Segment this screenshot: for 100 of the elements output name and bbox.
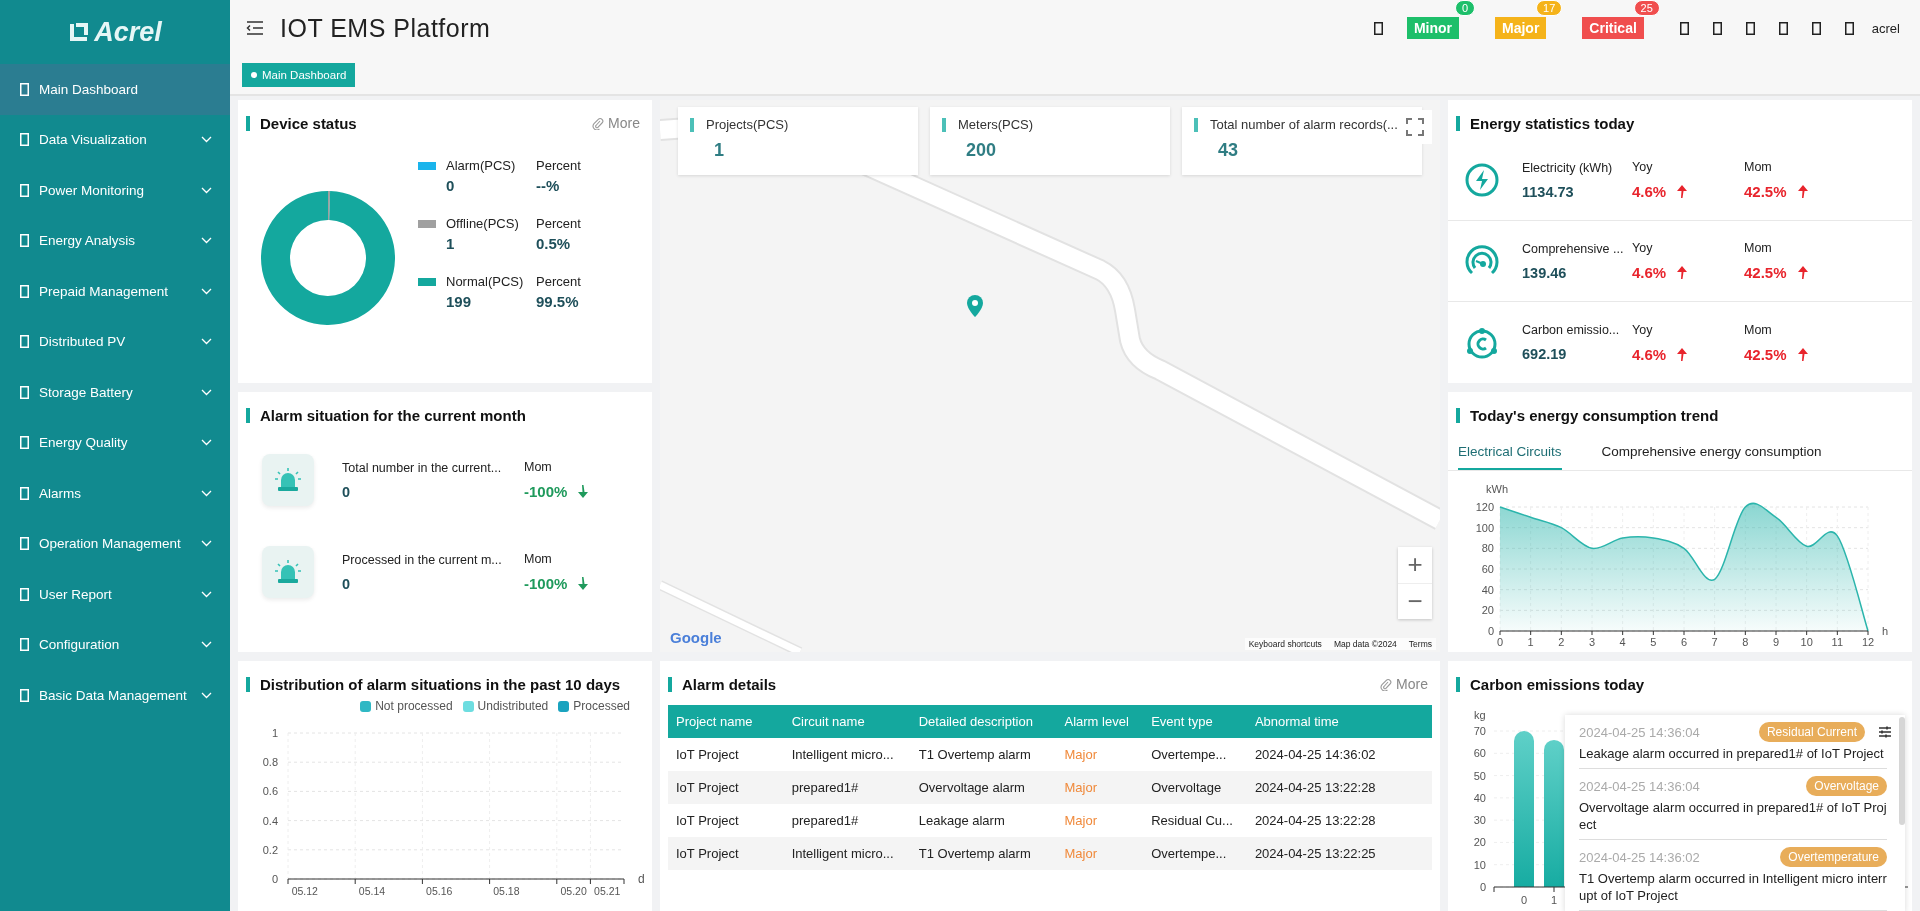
square-icon — [1679, 21, 1689, 35]
sidebar-item[interactable]: Basic Data Management — [0, 670, 230, 721]
alarm-level-badge[interactable]: Minor — [1406, 17, 1459, 39]
table-cell: 2024-04-25 13:22:28 — [1246, 771, 1432, 804]
axis-label: 0 — [1479, 881, 1486, 893]
more-link[interactable]: More — [591, 115, 640, 131]
chevron-icon — [201, 641, 212, 649]
square-icon — [1778, 21, 1788, 35]
axis-label: 70 — [1473, 725, 1486, 737]
table-cell: Overvoltage — [1143, 771, 1247, 804]
column-header: Alarm level — [1056, 705, 1144, 738]
chevron-icon — [201, 338, 212, 346]
metric-value: 139.46 — [1522, 264, 1568, 281]
legend-label: Offline(PCS) — [446, 216, 519, 231]
axis-label: 9 — [1772, 636, 1780, 648]
sidebar-item[interactable]: Prepaid Management — [0, 266, 230, 317]
zoom-out-button[interactable]: − — [1398, 583, 1432, 619]
stat-label: Meters(PCS) — [958, 117, 1034, 132]
column-header: Event type — [1143, 705, 1247, 738]
square-icon — [20, 436, 29, 450]
mom-label: Mom — [524, 552, 553, 566]
chart-tab[interactable]: Comprehensive energy consumption — [1601, 438, 1822, 470]
sidebar-item[interactable]: Alarms — [0, 468, 230, 519]
alarm-type-tag: Overtemperature — [1780, 847, 1887, 867]
paperclip-icon — [591, 116, 605, 130]
axis-label: 7 — [1711, 636, 1718, 648]
sidebar-item[interactable]: Power Monitoring — [0, 165, 230, 216]
square-icon — [20, 385, 29, 399]
sidebar-item[interactable]: Configuration — [0, 619, 230, 670]
percent-value: 0.5% — [536, 235, 572, 252]
alarm-count-value: 0 — [342, 483, 352, 500]
alarm-light-icon — [262, 546, 314, 598]
chevron-icon — [201, 287, 212, 295]
sidebar-item[interactable]: User Report — [0, 569, 230, 620]
axis-label: 3 — [1588, 636, 1596, 648]
table-cell: IoT Project — [668, 837, 784, 870]
sidebar-item[interactable]: Operation Management — [0, 518, 230, 569]
stat-value: 43 — [1218, 140, 1240, 161]
menu-icon[interactable] — [246, 20, 264, 36]
more-link[interactable]: More — [1379, 676, 1428, 692]
table-cell: IoT Project — [668, 804, 784, 837]
sidebar-item[interactable]: Data Visualization — [0, 114, 230, 165]
legend-item[interactable]: Processed — [558, 699, 630, 713]
zoom-in-button[interactable]: + — [1398, 547, 1432, 583]
axis-label: 60 — [1481, 563, 1494, 575]
notification-time: 2024-04-25 14:36:04 — [1579, 724, 1700, 740]
map-attribution-link[interactable]: Keyboard shortcuts — [1248, 639, 1322, 649]
square-icon — [20, 688, 29, 702]
sliders-icon — [1878, 726, 1892, 738]
axis-label: 40 — [1481, 583, 1494, 596]
logo-text: Acrel — [94, 16, 162, 48]
alarm-level-badge[interactable]: Critical — [1582, 17, 1644, 39]
stat-label: Total number of alarm records(... — [1210, 117, 1398, 132]
sidebar-item[interactable]: Main Dashboard — [0, 64, 230, 115]
map-pin-icon[interactable] — [965, 294, 985, 318]
axis-label: 2 — [1558, 636, 1565, 648]
square-icon — [1811, 21, 1821, 35]
alarm-light-icon — [262, 454, 314, 506]
sidebar-item[interactable]: Distributed PV — [0, 316, 230, 367]
table-cell: Major — [1056, 804, 1144, 837]
sidebar-item[interactable]: Energy Analysis — [0, 215, 230, 266]
sidebar-item[interactable]: Storage Battery — [0, 367, 230, 418]
user-name[interactable]: acrel — [1871, 20, 1900, 36]
table-cell: Overtempe... — [1143, 837, 1247, 870]
logo-icon — [68, 21, 91, 43]
square-icon — [20, 537, 29, 551]
count-value: 0 — [445, 177, 456, 194]
panel-title: Alarm situation for the current month — [260, 406, 526, 424]
chevron-icon — [201, 439, 212, 447]
square-icon — [1712, 21, 1722, 35]
notification-message: Overvoltage alarm occurred in prepared1# of IoT Project — [1579, 799, 1887, 833]
sidebar-item[interactable]: Energy Quality — [0, 417, 230, 468]
legend-item[interactable]: Undistributed — [462, 699, 549, 713]
paperclip-icon — [1379, 677, 1393, 691]
notification-time: 2024-04-25 14:36:02 — [1579, 849, 1700, 865]
chevron-icon — [201, 691, 212, 699]
axis-label: 1 — [271, 727, 278, 739]
chevron-icon — [201, 590, 212, 598]
yoy-label: Yoy — [1632, 322, 1654, 337]
map-attribution-link[interactable]: Map data ©2024 — [1333, 639, 1397, 649]
map-attribution-link[interactable]: Terms — [1408, 639, 1432, 649]
table-cell: 2024-04-25 14:36:02 — [1246, 738, 1432, 771]
axis-label: 80 — [1481, 542, 1494, 555]
panel-title: Today's energy consumption trend — [1470, 406, 1719, 424]
legend-label: Normal(PCS) — [446, 274, 524, 289]
count-value: 199 — [445, 293, 473, 310]
page-tab[interactable]: Main Dashboard — [242, 63, 356, 87]
axis-title: kg — [1474, 709, 1486, 721]
notification-message: T1 Overtemp alarm occurred in Intelligent micro interrupt of IoT Project — [1579, 870, 1887, 904]
table-cell: Residual Cu... — [1143, 804, 1247, 837]
scrollbar[interactable] — [1899, 717, 1905, 825]
chevron-icon — [201, 237, 212, 245]
chart-tab[interactable]: Electrical Circuits — [1458, 438, 1562, 470]
mom-value: -100% — [524, 575, 568, 592]
square-icon — [20, 638, 29, 652]
map-logo: Google — [670, 629, 722, 646]
table-cell: IoT Project — [668, 738, 784, 771]
legend-item[interactable]: Not processed — [360, 699, 453, 713]
panel-title: Device status — [260, 114, 357, 132]
table-cell: 2024-04-25 13:22:25 — [1246, 837, 1432, 870]
